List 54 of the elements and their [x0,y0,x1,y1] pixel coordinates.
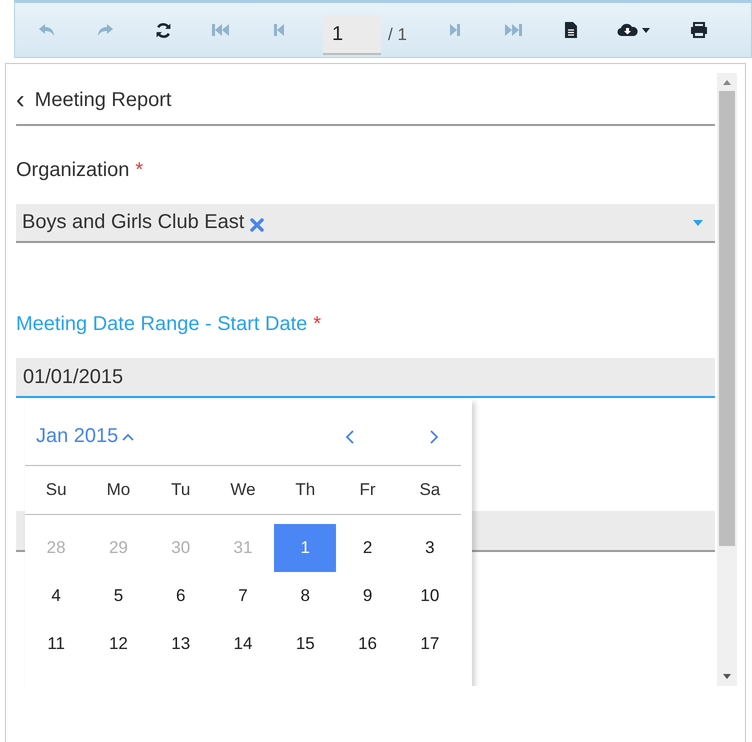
required-mark: * [313,312,322,336]
panel-title: Meeting Report [34,89,172,112]
back-icon[interactable]: ‹ [16,86,25,112]
day-cell[interactable]: 11 [25,620,88,668]
weekday-label: Fr [358,480,377,500]
refresh-icon [154,22,172,38]
weekday-label: Su [44,480,68,500]
scroll-up-icon[interactable] [722,79,732,85]
weekday-label: Th [294,480,316,500]
organization-select[interactable]: Boys and Girls Club East [16,204,715,243]
day-cell[interactable]: 1 [274,524,336,572]
month-selector[interactable]: Jan 2015 [36,425,134,448]
page-total: / 1 [388,25,407,45]
day-cell[interactable]: 12 [87,620,150,668]
caret-up-icon [122,432,134,440]
previous-month-icon[interactable] [345,430,355,444]
cloud-download-icon [617,22,653,38]
next-month-icon[interactable] [429,430,439,444]
weekday-label: Sa [418,480,442,500]
day-cell[interactable]: 4 [25,572,88,620]
weekday-label: Mo [106,480,132,500]
day-cell[interactable]: 15 [274,620,336,668]
start-date-field[interactable]: 01/01/2015 [16,358,715,398]
day-cell[interactable]: 16 [336,620,399,668]
day-cell[interactable]: 7 [212,572,274,620]
print-icon [690,22,708,38]
scrollbar[interactable] [717,73,737,686]
day-cell[interactable]: 17 [398,620,461,668]
day-cell[interactable]: 13 [150,620,212,668]
page-number-field[interactable]: 1 [323,15,381,55]
first-page-icon [211,22,231,38]
day-cell[interactable]: 3 [398,524,461,572]
day-cell[interactable]: 2 [336,524,399,572]
required-mark: * [135,158,144,182]
document-icon [564,21,578,39]
redo-icon [96,22,114,38]
previous-page-icon [273,22,285,38]
undo-icon [38,22,56,38]
field-label: Organization [16,158,130,182]
dropdown-caret-icon[interactable] [693,220,703,226]
next-page-icon [449,22,461,38]
weekday-label: Tu [170,480,192,500]
day-cell[interactable]: 10 [398,572,461,620]
weekday-label: We [229,480,257,500]
day-cell[interactable]: 8 [274,572,336,620]
scroll-down-icon[interactable] [722,674,732,680]
day-cell[interactable]: 6 [150,572,212,620]
day-cell[interactable]: 9 [336,572,399,620]
day-cell[interactable]: 5 [87,572,150,620]
selected-value: Boys and Girls Club East [22,211,244,234]
day-cell[interactable]: 14 [212,620,274,668]
last-page-icon [503,22,523,38]
field-label: Meeting Date Range - Start Date [16,312,308,336]
remove-icon[interactable] [250,218,264,232]
